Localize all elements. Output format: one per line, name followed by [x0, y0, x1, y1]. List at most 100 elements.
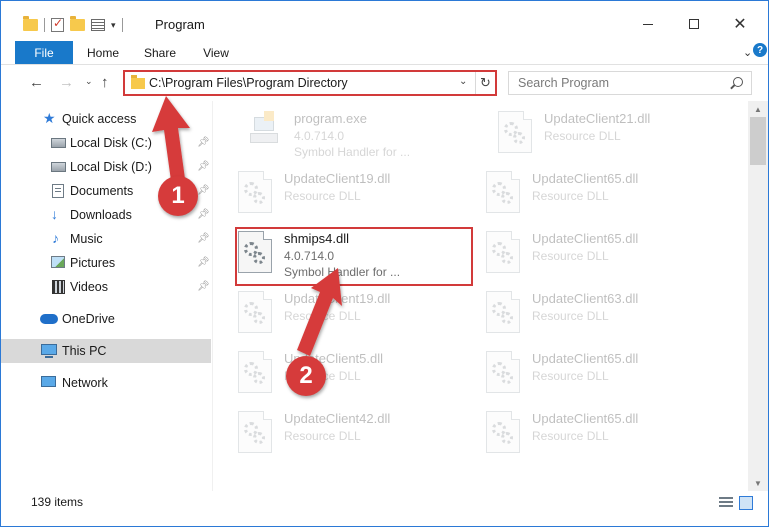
dll-file-icon: [486, 351, 520, 393]
separator: [44, 18, 45, 32]
gear-icon: [253, 192, 265, 204]
file-type: Resource DLL: [284, 309, 361, 323]
sidebar-item-downloads[interactable]: ↓ Downloads 📌︎: [1, 203, 211, 227]
properties-check-icon[interactable]: [51, 16, 64, 32]
address-bar[interactable]: C:\Program Files\Program Directory ⌄ ↻: [123, 70, 497, 96]
pin-icon[interactable]: 📌︎: [197, 257, 210, 268]
onedrive-icon: [40, 314, 58, 324]
file-name: UpdateClient65.dll: [532, 231, 639, 246]
file-item[interactable]: UpdateClient19.dll Resource DLL: [214, 285, 444, 339]
file-item[interactable]: UpdateClient5.dll Resource DLL: [214, 345, 444, 399]
file-type: Resource DLL: [284, 189, 361, 203]
forward-arrow-icon[interactable]: →: [59, 74, 74, 91]
vertical-scrollbar[interactable]: ▲ ▼: [748, 101, 768, 491]
tab-share[interactable]: Share: [139, 41, 181, 65]
sidebar-item-local-disk-d[interactable]: Local Disk (D:) 📌︎: [1, 155, 211, 179]
file-type: Resource DLL: [544, 129, 621, 143]
sidebar-item-label: Quick access: [62, 112, 137, 126]
pin-icon[interactable]: 📌︎: [197, 233, 210, 244]
sidebar-item-this-pc[interactable]: This PC: [1, 339, 211, 363]
file-name: UpdateClient19.dll: [284, 291, 391, 306]
search-input[interactable]: Search Program: [518, 76, 609, 90]
large-icons-view-icon[interactable]: [739, 496, 753, 510]
minimize-icon: [643, 23, 653, 25]
exe-base: [250, 133, 278, 143]
scrollbar-thumb[interactable]: [750, 117, 766, 165]
sidebar-item-local-disk-c[interactable]: Local Disk (C:) 📌︎: [1, 131, 211, 155]
file-name: UpdateClient5.dll: [284, 351, 384, 366]
sidebar-item-music[interactable]: ♪ Music 📌︎: [1, 227, 211, 251]
file-item[interactable]: UpdateClient19.dll Resource DLL: [214, 165, 444, 219]
properties-icon[interactable]: [91, 19, 105, 31]
file-item[interactable]: UpdateClient65.dll Resource DLL: [462, 225, 692, 279]
tab-view[interactable]: View: [197, 41, 235, 65]
title-bar: ▾ Program ✕: [1, 1, 768, 39]
sidebar-item-quick-access[interactable]: ★ Quick access: [1, 107, 211, 131]
pin-icon[interactable]: 📌︎: [197, 137, 210, 148]
expand-ribbon-chevron-icon[interactable]: ⌄: [743, 46, 752, 59]
file-name: UpdateClient65.dll: [532, 351, 639, 366]
documents-icon: [52, 184, 64, 198]
back-arrow-icon[interactable]: ←: [29, 74, 44, 91]
customize-toolbar-caret-icon[interactable]: ▾: [111, 20, 116, 31]
tab-file[interactable]: File: [15, 41, 73, 64]
file-type: Resource DLL: [532, 309, 609, 323]
navigation-pane: ★ Quick access Local Disk (C:) 📌︎ Local …: [1, 101, 213, 491]
pin-icon[interactable]: 📌︎: [197, 185, 210, 196]
close-icon: ✕: [733, 16, 747, 33]
refresh-icon[interactable]: ↻: [475, 72, 495, 94]
close-button[interactable]: ✕: [717, 9, 763, 39]
sidebar-item-label: OneDrive: [62, 312, 115, 326]
sidebar-item-label: Local Disk (D:): [70, 160, 152, 174]
sidebar-item-videos[interactable]: Videos 📌︎: [1, 275, 211, 299]
maximize-icon: [689, 19, 699, 29]
tab-home[interactable]: Home: [81, 41, 125, 65]
recent-locations-chevron-icon[interactable]: ⌄: [85, 76, 93, 87]
sidebar-item-network[interactable]: Network: [1, 371, 211, 395]
navigation-bar: ← → ⌄ ↑ C:\Program Files\Program Directo…: [1, 65, 768, 101]
star-icon: ★: [43, 110, 56, 126]
file-type: Resource DLL: [532, 369, 609, 383]
scroll-down-arrow-icon[interactable]: ▼: [748, 475, 768, 491]
dll-file-icon: [486, 231, 520, 273]
address-dropdown-chevron-icon[interactable]: ⌄: [459, 76, 467, 87]
file-item[interactable]: UpdateClient65.dll Resource DLL: [462, 405, 692, 459]
file-item[interactable]: UpdateClient65.dll Resource DLL: [462, 345, 692, 399]
address-path[interactable]: C:\Program Files\Program Directory: [149, 76, 348, 90]
help-icon[interactable]: ?: [753, 43, 767, 57]
file-list: program.exe 4.0.714.0 Symbol Handler for…: [214, 101, 748, 491]
file-item[interactable]: UpdateClient21.dll Resource DLL: [474, 105, 704, 159]
file-item[interactable]: UpdateClient42.dll Resource DLL: [214, 405, 444, 459]
file-item-program-exe[interactable]: program.exe 4.0.714.0 Symbol Handler for…: [222, 105, 452, 159]
sidebar-item-pictures[interactable]: Pictures 📌︎: [1, 251, 211, 275]
folder-icon: [131, 75, 145, 89]
file-type: Resource DLL: [284, 369, 361, 383]
file-item[interactable]: UpdateClient65.dll Resource DLL: [462, 165, 692, 219]
sidebar-item-label: Local Disk (C:): [70, 136, 152, 150]
details-view-icon[interactable]: [719, 497, 733, 509]
search-icon[interactable]: [733, 77, 743, 87]
search-box[interactable]: Search Program: [508, 71, 752, 95]
maximize-button[interactable]: [671, 9, 717, 39]
file-item[interactable]: UpdateClient63.dll Resource DLL: [462, 285, 692, 339]
pin-icon[interactable]: 📌︎: [197, 281, 210, 292]
pin-icon[interactable]: 📌︎: [197, 161, 210, 172]
file-explorer-window: ▾ Program ✕ File Home Share View ⌄ ? ← →…: [0, 0, 769, 527]
sidebar-item-documents[interactable]: Documents 📌︎: [1, 179, 211, 203]
gear-icon: [501, 312, 513, 324]
gear-icon: [501, 192, 513, 204]
file-name: UpdateClient21.dll: [544, 111, 651, 126]
ribbon-tabs: File Home Share View ⌄ ?: [1, 39, 768, 65]
exe-badge: [264, 111, 274, 121]
sidebar-item-label: This PC: [62, 344, 107, 358]
new-folder-icon[interactable]: [70, 16, 85, 31]
pin-icon[interactable]: 📌︎: [197, 209, 210, 220]
up-arrow-icon[interactable]: ↑: [101, 74, 109, 91]
highlight-box: [235, 227, 473, 286]
minimize-button[interactable]: [625, 9, 671, 39]
sidebar-item-label: Music: [70, 232, 103, 246]
sidebar-item-label: Network: [62, 376, 108, 390]
sidebar-item-onedrive[interactable]: OneDrive: [1, 307, 211, 331]
scroll-up-arrow-icon[interactable]: ▲: [748, 101, 768, 117]
downloads-icon: ↓: [51, 206, 58, 222]
